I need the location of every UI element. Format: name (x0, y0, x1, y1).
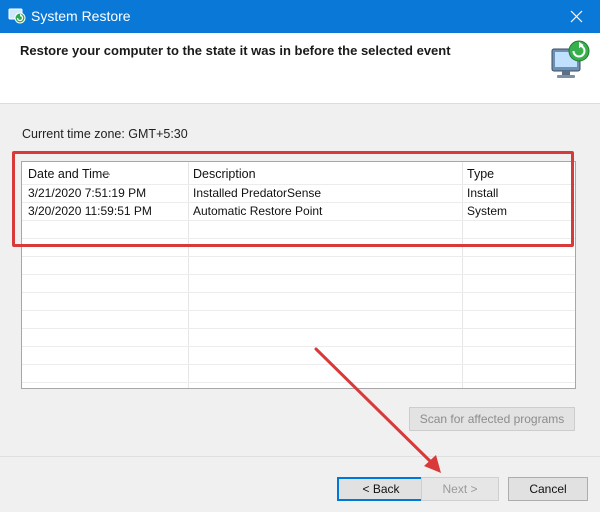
restore-points-table[interactable]: Date and Time Description Type 3/21/2020… (21, 161, 576, 389)
column-header-date[interactable]: Date and Time (28, 165, 109, 183)
column-header-type[interactable]: Type (467, 165, 494, 183)
wizard-footer: < Back Next > Cancel (0, 456, 600, 512)
window-title: System Restore (31, 8, 131, 24)
wizard-header: Restore your computer to the state it wa… (0, 33, 600, 104)
table-row-1-date[interactable]: 3/21/2020 7:51:19 PM (28, 184, 146, 202)
title-bar: System Restore (0, 0, 600, 33)
column-divider[interactable] (462, 162, 463, 388)
sort-ascending-icon (101, 163, 111, 176)
row-divider (22, 238, 575, 239)
table-row-1-type[interactable]: Install (467, 184, 498, 202)
next-button[interactable]: Next > (421, 477, 499, 501)
table-row-2-description[interactable]: Automatic Restore Point (193, 202, 322, 220)
system-restore-icon (8, 7, 26, 25)
row-divider (22, 220, 575, 221)
row-divider (22, 292, 575, 293)
timezone-label: Current time zone: GMT+5:30 (22, 127, 188, 141)
wizard-body: Current time zone: GMT+5:30 Date and Tim… (0, 104, 600, 456)
row-divider (22, 256, 575, 257)
table-row-1-description[interactable]: Installed PredatorSense (193, 184, 321, 202)
row-divider (22, 310, 575, 311)
column-header-description[interactable]: Description (193, 165, 256, 183)
row-divider (22, 382, 575, 383)
cancel-button[interactable]: Cancel (508, 477, 588, 501)
back-button[interactable]: < Back (337, 477, 425, 501)
restore-computer-icon (548, 37, 594, 83)
row-divider (22, 364, 575, 365)
row-divider (22, 346, 575, 347)
table-row-2-type[interactable]: System (467, 202, 507, 220)
close-button[interactable] (554, 0, 600, 33)
row-divider (22, 274, 575, 275)
row-divider (22, 328, 575, 329)
close-icon (570, 10, 583, 23)
column-divider[interactable] (188, 162, 189, 388)
table-row-2-date[interactable]: 3/20/2020 11:59:51 PM (28, 202, 152, 220)
scan-affected-programs-button[interactable]: Scan for affected programs (409, 407, 575, 431)
page-title: Restore your computer to the state it wa… (20, 43, 451, 58)
